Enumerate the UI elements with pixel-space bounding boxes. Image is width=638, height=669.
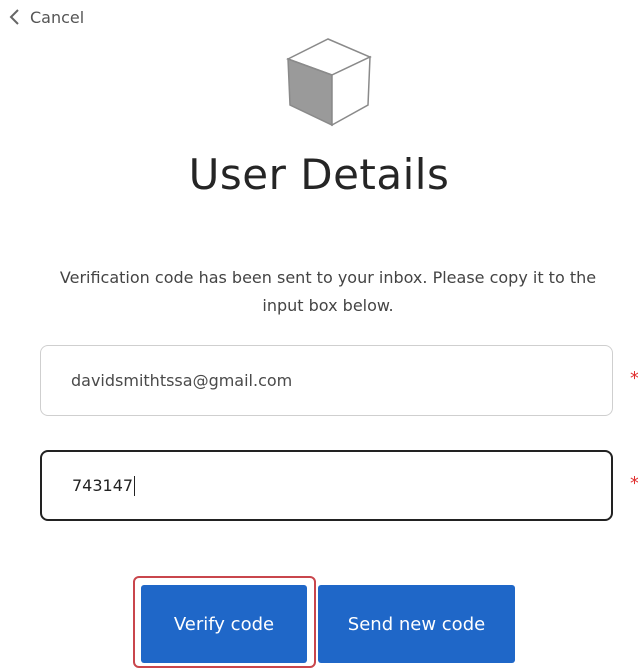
verification-code-field[interactable]: 743147 <box>40 450 613 521</box>
page-title: User Details <box>188 150 450 199</box>
instruction-text: Verification code has been sent to your … <box>59 268 597 315</box>
required-indicator: * <box>630 473 638 494</box>
required-indicator: * <box>630 368 638 389</box>
email-value: davidsmithtssa@gmail.com <box>71 371 293 390</box>
cancel-label: Cancel <box>30 7 85 27</box>
send-new-code-button[interactable]: Send new code <box>318 585 515 663</box>
verify-code-button[interactable]: Verify code <box>141 585 307 663</box>
cube-icon <box>286 38 372 127</box>
chevron-left-icon <box>9 9 19 25</box>
email-field[interactable]: davidsmithtssa@gmail.com <box>40 345 613 416</box>
code-value: 743147 <box>72 476 134 495</box>
text-cursor <box>134 475 136 496</box>
cancel-link[interactable]: Cancel <box>8 7 84 27</box>
